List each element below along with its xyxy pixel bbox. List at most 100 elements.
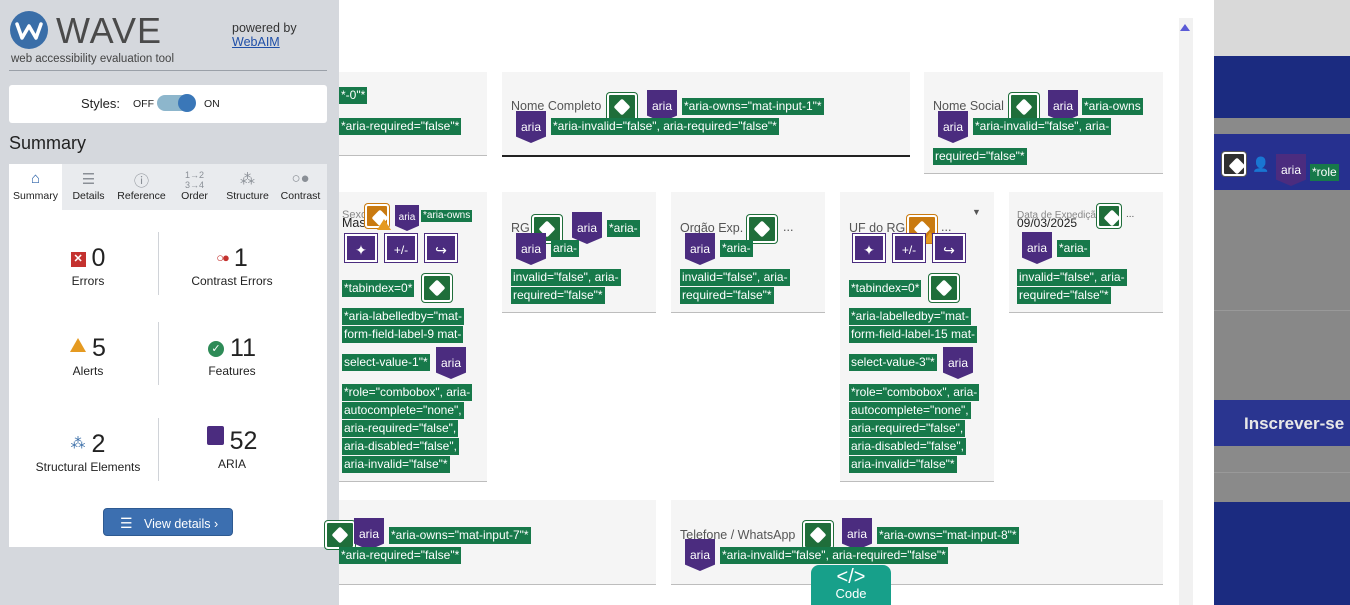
error-icon: ✕ [70, 252, 86, 267]
summary-panel: ✕ 0 Errors ○● 1 Contrast Errors 5 Alerts ✓… [9, 210, 327, 547]
stat-features[interactable]: ✓ 11 Features [157, 334, 307, 378]
aria-text: *aria-required="false"* [339, 118, 462, 135]
aria-text: *role [1310, 164, 1339, 181]
field-label: Nome Social [933, 99, 1004, 113]
aria-text: *aria-owns="mat-input-1"* [682, 98, 824, 115]
stat-errors[interactable]: ✕ 0 Errors [13, 244, 163, 288]
stat-alerts[interactable]: 5 Alerts [13, 334, 163, 378]
select-value: Mas [342, 216, 366, 230]
structure-tree-icon: ⁂ [70, 435, 86, 452]
list-icon: ☰ [81, 171, 96, 188]
styles-toggle-box: Styles: OFF ON [9, 85, 327, 123]
aria-text: aria-invalid="false"* [849, 456, 957, 473]
label-tag-icon [803, 521, 833, 549]
alert-icon [70, 338, 87, 352]
label-tag-icon [929, 274, 959, 302]
field-data-expedicao[interactable]: Data de Expedição ... 09/03/2025 aria *a… [1009, 192, 1163, 313]
contrast-errors-label: Contrast Errors [191, 274, 273, 288]
field-partial-top[interactable]: *-0"* *aria-required="false"* [339, 72, 487, 156]
alerts-label: Alerts [72, 364, 104, 378]
stat-contrast-errors[interactable]: ○● 1 Contrast Errors [157, 244, 307, 288]
aria-text: *aria-labelledby="mat- [342, 308, 464, 325]
aria-text: *aria-owns [1082, 98, 1143, 115]
stat-structural[interactable]: ⁂ 2 Structural Elements [13, 430, 163, 474]
aria-text: required="false"* [680, 287, 774, 304]
backdrop-panel [1214, 190, 1350, 400]
field-sexo[interactable]: Sexo Mas aria *aria-owns ✦ +/- ↪ *tabind… [339, 192, 487, 482]
aria-text: *aria-labelledby="mat- [849, 308, 971, 325]
aria-text: aria- [551, 240, 580, 257]
field-label: UF do RG [849, 221, 906, 235]
tab-summary-label: Summary [13, 190, 58, 202]
date-value: 09/03/2025 [1017, 216, 1078, 230]
aria-icon: aria [516, 233, 546, 265]
field-label: Nome Completo [511, 99, 602, 113]
event-handler-icon: ✦ [853, 234, 885, 262]
aria-count: 52 [229, 427, 258, 455]
contrast-errors-count: 1 [233, 244, 248, 272]
aria-icon: aria [1276, 154, 1306, 186]
field-uf-rg[interactable]: UF do RG ... ▼ ✦ +/- ↪ *tabindex=0* *ari… [840, 192, 994, 482]
field-orgao-exp[interactable]: Orgão Exp. ... aria *aria- invalid="fals… [671, 192, 825, 313]
styles-toggle-switch[interactable] [157, 94, 196, 112]
aria-icon: aria [842, 518, 872, 550]
field-nome-completo[interactable]: Nome Completo aria *aria-owns="mat-input… [502, 72, 910, 157]
inscrever-label: Inscrever-se [1244, 414, 1345, 433]
code-icon: </> [836, 566, 866, 588]
label-tag-icon [607, 93, 637, 121]
wave-title: WAVE [56, 10, 163, 51]
field-rg[interactable]: RG aria *aria- aria aria- invalid="false… [502, 192, 656, 313]
tab-contrast[interactable]: ○● Contrast [274, 164, 327, 210]
scroll-up-arrow-icon[interactable] [1180, 24, 1190, 31]
feature-check-icon: ✓ [208, 341, 225, 357]
aria-icon: aria [685, 233, 715, 265]
aria-icon: aria [354, 518, 384, 550]
aria-text: aria-required="false", [342, 420, 459, 437]
tab-contrast-label: Contrast [280, 190, 321, 202]
view-details-button[interactable]: ☰ View details › [103, 508, 233, 536]
user-icon: 👤 [1252, 156, 1270, 172]
tab-reference[interactable]: ⓘ Reference [115, 164, 168, 210]
tab-summary[interactable]: ⌂ Summary [9, 164, 62, 210]
aria-text: *tabindex=0* [342, 280, 415, 297]
label-tag-icon [325, 521, 355, 549]
powered-by: powered by WebAIM [232, 21, 297, 49]
label-tag-icon [1009, 93, 1039, 121]
aria-label: ARIA [217, 457, 246, 471]
aria-text: aria-disabled="false", [342, 438, 459, 455]
code-toggle-button[interactable]: </> Code [811, 565, 891, 605]
field-telefone[interactable]: Telefone / WhatsApp aria *aria-owns="mat… [671, 500, 1163, 585]
event-handler-icon: ✦ [345, 234, 377, 262]
wave-subtitle: web accessibility evaluation tool [11, 53, 175, 65]
chevron-down-icon: ▼ [972, 207, 981, 217]
aria-icon: aria [1022, 232, 1052, 264]
aria-text: *tabindex=0* [849, 280, 922, 297]
tab-order[interactable]: 1→2 3→4 Order [168, 164, 221, 210]
stat-aria[interactable]: 52 ARIA [157, 426, 307, 471]
backdrop-blue-footer [1214, 502, 1350, 605]
aria-icon: aria [938, 111, 968, 143]
close-icon [1222, 152, 1246, 176]
view-details-label: View details › [144, 517, 219, 531]
toggle-knob [178, 94, 196, 112]
structural-label: Structural Elements [35, 460, 141, 474]
field-nome-social[interactable]: Nome Social aria *aria-owns aria *aria-i… [924, 72, 1163, 174]
alert-icon [377, 219, 391, 230]
aria-text: invalid="false", aria- [1017, 269, 1127, 286]
tab-structure[interactable]: ⁂ Structure [221, 164, 274, 210]
tab-details[interactable]: ☰ Details [62, 164, 115, 210]
underlying-page-backdrop: 👤 aria *role Inscrever-se [1214, 0, 1350, 605]
aria-text: aria-disabled="false", [849, 438, 966, 455]
webaim-link[interactable]: WebAIM [232, 35, 297, 49]
aria-cube-icon [206, 426, 224, 445]
styles-off-label: OFF [133, 98, 154, 110]
label-tag-icon [747, 215, 777, 243]
ellipsis: ... [783, 220, 794, 234]
aria-text: *aria-owns="mat-input-8"* [877, 527, 1019, 544]
scrollbar[interactable] [1179, 18, 1193, 605]
powered-by-text: powered by [232, 21, 297, 35]
aria-text: required="false"* [933, 148, 1027, 165]
field-partial-bottom[interactable]: aria *aria-owns="mat-input-7"* *aria-req… [325, 500, 656, 585]
backdrop-panel [1214, 0, 1350, 56]
aria-text: *role="combobox", aria- [849, 384, 980, 401]
